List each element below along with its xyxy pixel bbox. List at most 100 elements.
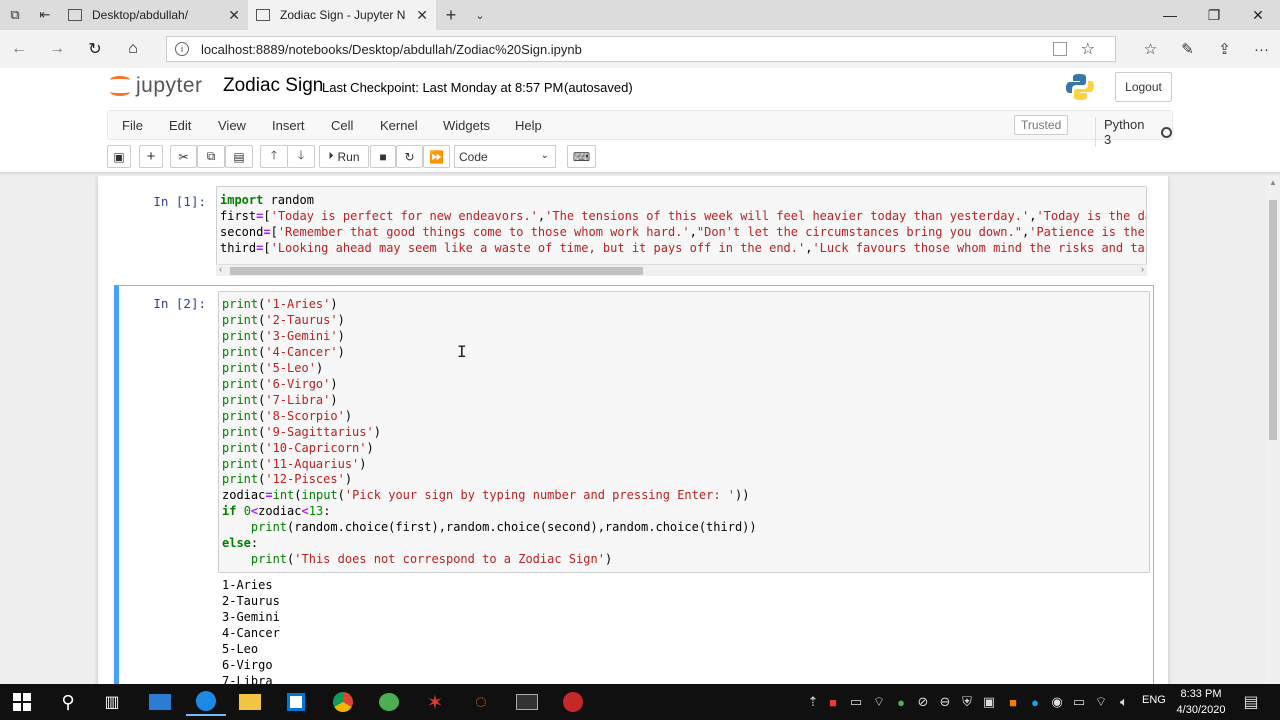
output-line: 5-Leo: [222, 641, 259, 656]
minimize-icon[interactable]: —: [1148, 0, 1192, 30]
save-icon[interactable]: ▣: [107, 145, 131, 168]
tray-icon[interactable]: ■: [826, 684, 840, 720]
browser-tab-bar: ⧉ ⇤ Desktop/abdullah/ ✕ Zodiac Sign - Ju…: [0, 0, 1280, 30]
cell1-horizontal-scrollbar[interactable]: ‹ ›: [216, 264, 1147, 276]
maximize-icon[interactable]: ❐: [1192, 0, 1236, 30]
reading-view-icon[interactable]: [1053, 42, 1067, 56]
interrupt-icon[interactable]: ■: [370, 145, 396, 168]
close-tab-icon[interactable]: ✕: [228, 7, 240, 24]
tab-zodiac[interactable]: Zodiac Sign - Jupyter N ✕: [248, 0, 436, 30]
tab-desktop[interactable]: Desktop/abdullah/ ✕: [60, 0, 248, 30]
store-icon[interactable]: [276, 688, 316, 716]
refresh-icon[interactable]: ↻: [76, 39, 114, 59]
tray-icon[interactable]: ■: [1006, 684, 1020, 720]
security-shield-icon[interactable]: ⛨: [960, 684, 974, 720]
trusted-indicator[interactable]: Trusted: [1014, 115, 1069, 135]
new-tab-icon[interactable]: +: [436, 0, 466, 30]
close-window-icon[interactable]: ✕: [1236, 0, 1280, 30]
output-line: 2-Taurus: [222, 593, 280, 608]
more-icon[interactable]: ···: [1243, 30, 1280, 68]
home-icon[interactable]: ⌂: [114, 40, 152, 58]
tray-icon[interactable]: ⊘: [916, 684, 930, 720]
keyboard-icon[interactable]: ⌨: [567, 145, 596, 168]
anaconda-icon[interactable]: [553, 688, 593, 716]
volume-icon[interactable]: 🔈︎: [1116, 684, 1132, 720]
scrollbar-thumb[interactable]: [230, 267, 643, 275]
notebook-title[interactable]: Zodiac Sign: [223, 75, 323, 97]
move-down-icon[interactable]: 🡓: [287, 145, 315, 168]
info-icon[interactable]: i: [175, 42, 189, 56]
network-icon[interactable]: ⌔: [1094, 684, 1108, 720]
menu-kernel[interactable]: Kernel: [380, 118, 418, 133]
task-view-icon[interactable]: ▥: [92, 688, 132, 716]
insert-cell-icon[interactable]: +: [139, 145, 163, 168]
language-indicator[interactable]: ENG: [1142, 694, 1166, 706]
menu-widgets[interactable]: Widgets: [443, 118, 490, 133]
cell2-input[interactable]: print('1-Aries') print('2-Taurus') print…: [218, 291, 1150, 573]
text-cursor-icon: I: [457, 342, 467, 361]
url-field[interactable]: i localhost:8889/notebooks/Desktop/abdul…: [166, 36, 1116, 62]
page-vertical-scrollbar[interactable]: ▲: [1266, 176, 1280, 684]
copy-icon[interactable]: ⧉: [197, 145, 225, 168]
restart-icon[interactable]: ↻: [396, 145, 423, 168]
jupyter-logo[interactable]: jupyter: [110, 74, 203, 98]
set-tabs-aside-icon[interactable]: ⇤: [30, 0, 60, 30]
logout-button[interactable]: Logout: [1115, 72, 1172, 102]
chevron-down-icon[interactable]: ⌄: [466, 0, 494, 30]
favorite-star-icon[interactable]: ☆: [1081, 39, 1095, 59]
cell2-selected[interactable]: In [2]: print('1-Aries') print('2-Taurus…: [114, 285, 1154, 684]
back-icon[interactable]: ←: [0, 40, 38, 58]
menu-help[interactable]: Help: [515, 118, 542, 133]
tray-icon[interactable]: ▣: [982, 684, 996, 720]
menu-insert[interactable]: Insert: [272, 118, 305, 133]
tab-actions-icon[interactable]: ⧉: [0, 0, 30, 30]
menu-view[interactable]: View: [218, 118, 246, 133]
scrollbar-thumb[interactable]: [1269, 200, 1277, 440]
tray-icon[interactable]: ▭: [1072, 684, 1086, 720]
notebook-container[interactable]: In [1]: import random first=['Today is p…: [0, 176, 1266, 684]
pen-icon[interactable]: ✎: [1169, 30, 1206, 68]
notifications-icon[interactable]: ▤: [1240, 684, 1262, 720]
chrome-tray-icon[interactable]: ◉: [1050, 684, 1064, 720]
scroll-left-icon[interactable]: ‹: [219, 264, 222, 274]
kernel-idle-icon: [1161, 126, 1172, 138]
tab-title: Desktop/abdullah/: [92, 8, 189, 22]
forward-icon[interactable]: →: [38, 40, 76, 58]
start-icon[interactable]: [2, 688, 42, 716]
menu-file[interactable]: File: [122, 118, 143, 133]
scroll-up-icon[interactable]: ▲: [1269, 178, 1277, 187]
tray-icon[interactable]: ⇡: [806, 684, 820, 720]
search-icon[interactable]: ⚲: [48, 688, 88, 716]
menu-cell[interactable]: Cell: [331, 118, 353, 133]
run-button[interactable]: ⏵ Run: [319, 145, 369, 168]
mail-icon[interactable]: [140, 688, 180, 716]
close-tab-icon[interactable]: ✕: [416, 7, 428, 24]
edge-icon[interactable]: [186, 688, 226, 716]
tray-icon[interactable]: ⊖: [938, 684, 952, 720]
jupyter-app-icon[interactable]: ◌: [461, 688, 501, 716]
favorites-icon[interactable]: ☆: [1132, 30, 1169, 68]
cell1-input[interactable]: import random first=['Today is perfect f…: [216, 186, 1147, 274]
wifi-icon[interactable]: ⌔: [872, 684, 886, 720]
terminal-icon[interactable]: [507, 688, 547, 716]
fast-forward-icon[interactable]: ⏩: [423, 145, 450, 168]
network-app-icon[interactable]: ✶: [415, 688, 455, 716]
paste-icon[interactable]: ▤: [225, 145, 253, 168]
tray-icon[interactable]: ▭: [848, 684, 864, 720]
paint-icon[interactable]: [369, 688, 409, 716]
menu-edit[interactable]: Edit: [169, 118, 191, 133]
notebook-menubar: File Edit View Insert Cell Kernel Widget…: [107, 110, 1173, 147]
cell-type-select[interactable]: Code ⌄: [454, 145, 556, 168]
scroll-right-icon[interactable]: ›: [1141, 264, 1144, 274]
cell1-code: import random first=['Today is perfect f…: [220, 193, 1147, 255]
clock[interactable]: 8:33 PM 4/30/2020: [1172, 686, 1230, 718]
windows-taskbar: ⚲ ▥ ✶ ◌ ⇡ ■ ▭ ⌔ ● ⊘ ⊖ ⛨ ▣ ■ ● ◉ ▭ ⌔ 🔈︎ E…: [0, 684, 1280, 720]
url-text: localhost:8889/notebooks/Desktop/abdulla…: [201, 41, 582, 57]
tray-icon[interactable]: ●: [894, 684, 908, 720]
share-icon[interactable]: ⇪: [1206, 30, 1243, 68]
file-explorer-icon[interactable]: [230, 688, 270, 716]
chrome-icon[interactable]: [323, 688, 363, 716]
move-up-icon[interactable]: 🡑: [260, 145, 288, 168]
skype-icon[interactable]: ●: [1028, 684, 1042, 720]
cut-icon[interactable]: ✂: [170, 145, 197, 168]
